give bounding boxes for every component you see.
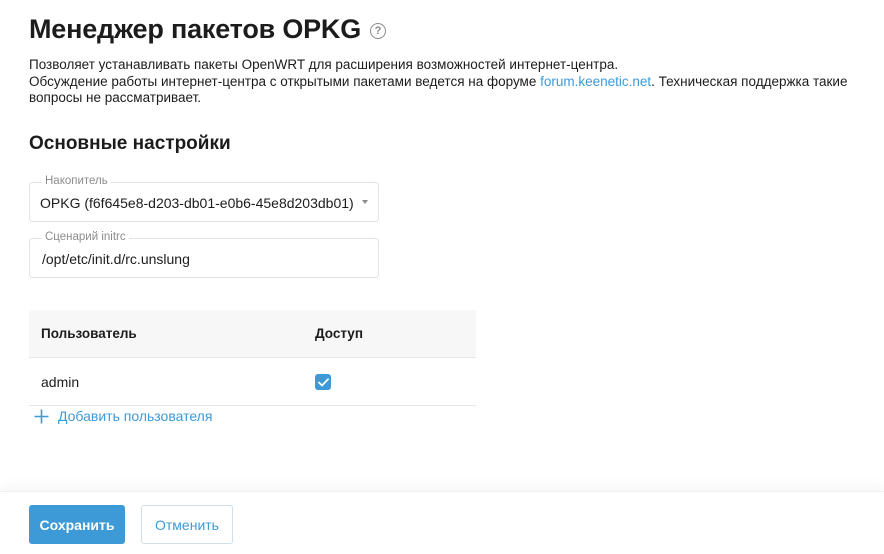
column-header-access: Доступ	[315, 326, 363, 341]
question-circle-icon[interactable]: ?	[370, 23, 387, 39]
checkmark-icon	[317, 377, 329, 386]
table-header: Пользователь Доступ	[29, 310, 476, 358]
table-row: admin	[29, 358, 476, 406]
user-name: admin	[41, 374, 80, 390]
save-button[interactable]: Сохранить	[29, 505, 125, 544]
forum-link[interactable]: forum.keenetic.net	[540, 74, 651, 89]
footer-bar: Сохранить Отменить	[0, 491, 884, 554]
add-user-label: Добавить пользователя	[58, 408, 213, 424]
storage-select[interactable]: Накопитель OPKG (f6f645e8-d203-db01-e0b6…	[29, 175, 379, 222]
plus-icon	[34, 409, 49, 423]
cancel-button[interactable]: Отменить	[141, 505, 233, 544]
description-line-2: Обсуждение работы интернет-центра с откр…	[29, 74, 869, 107]
page-header: Менеджер пакетов OPKG ?	[29, 14, 387, 45]
storage-select-label: Накопитель	[42, 175, 111, 187]
section-title-main-settings: Основные настройки	[29, 133, 231, 154]
description-text: Обсуждение работы интернет-центра с откр…	[29, 73, 541, 89]
add-user-button[interactable]: Добавить пользователя	[34, 408, 212, 424]
users-table: Пользователь Доступ admin	[29, 310, 476, 406]
initrc-field-label: Сценарий initrc	[42, 231, 129, 243]
description-line-1: Позволяет устанавливать пакеты OpenWRT д…	[29, 57, 619, 72]
access-checkbox[interactable]	[315, 374, 331, 390]
storage-select-value: OPKG (f6f645e8-d203-db01-e0b6-45e8d203db…	[40, 195, 354, 211]
column-header-user: Пользователь	[41, 326, 137, 341]
initrc-field[interactable]: Сценарий initrc /opt/etc/init.d/rc.unslu…	[29, 231, 379, 278]
chevron-down-icon	[362, 200, 368, 204]
initrc-field-value: /opt/etc/init.d/rc.unslung	[42, 251, 190, 267]
page-title: Менеджер пакетов OPKG	[29, 14, 362, 44]
page-description: Позволяет устанавливать пакеты OpenWRT д…	[29, 57, 869, 107]
